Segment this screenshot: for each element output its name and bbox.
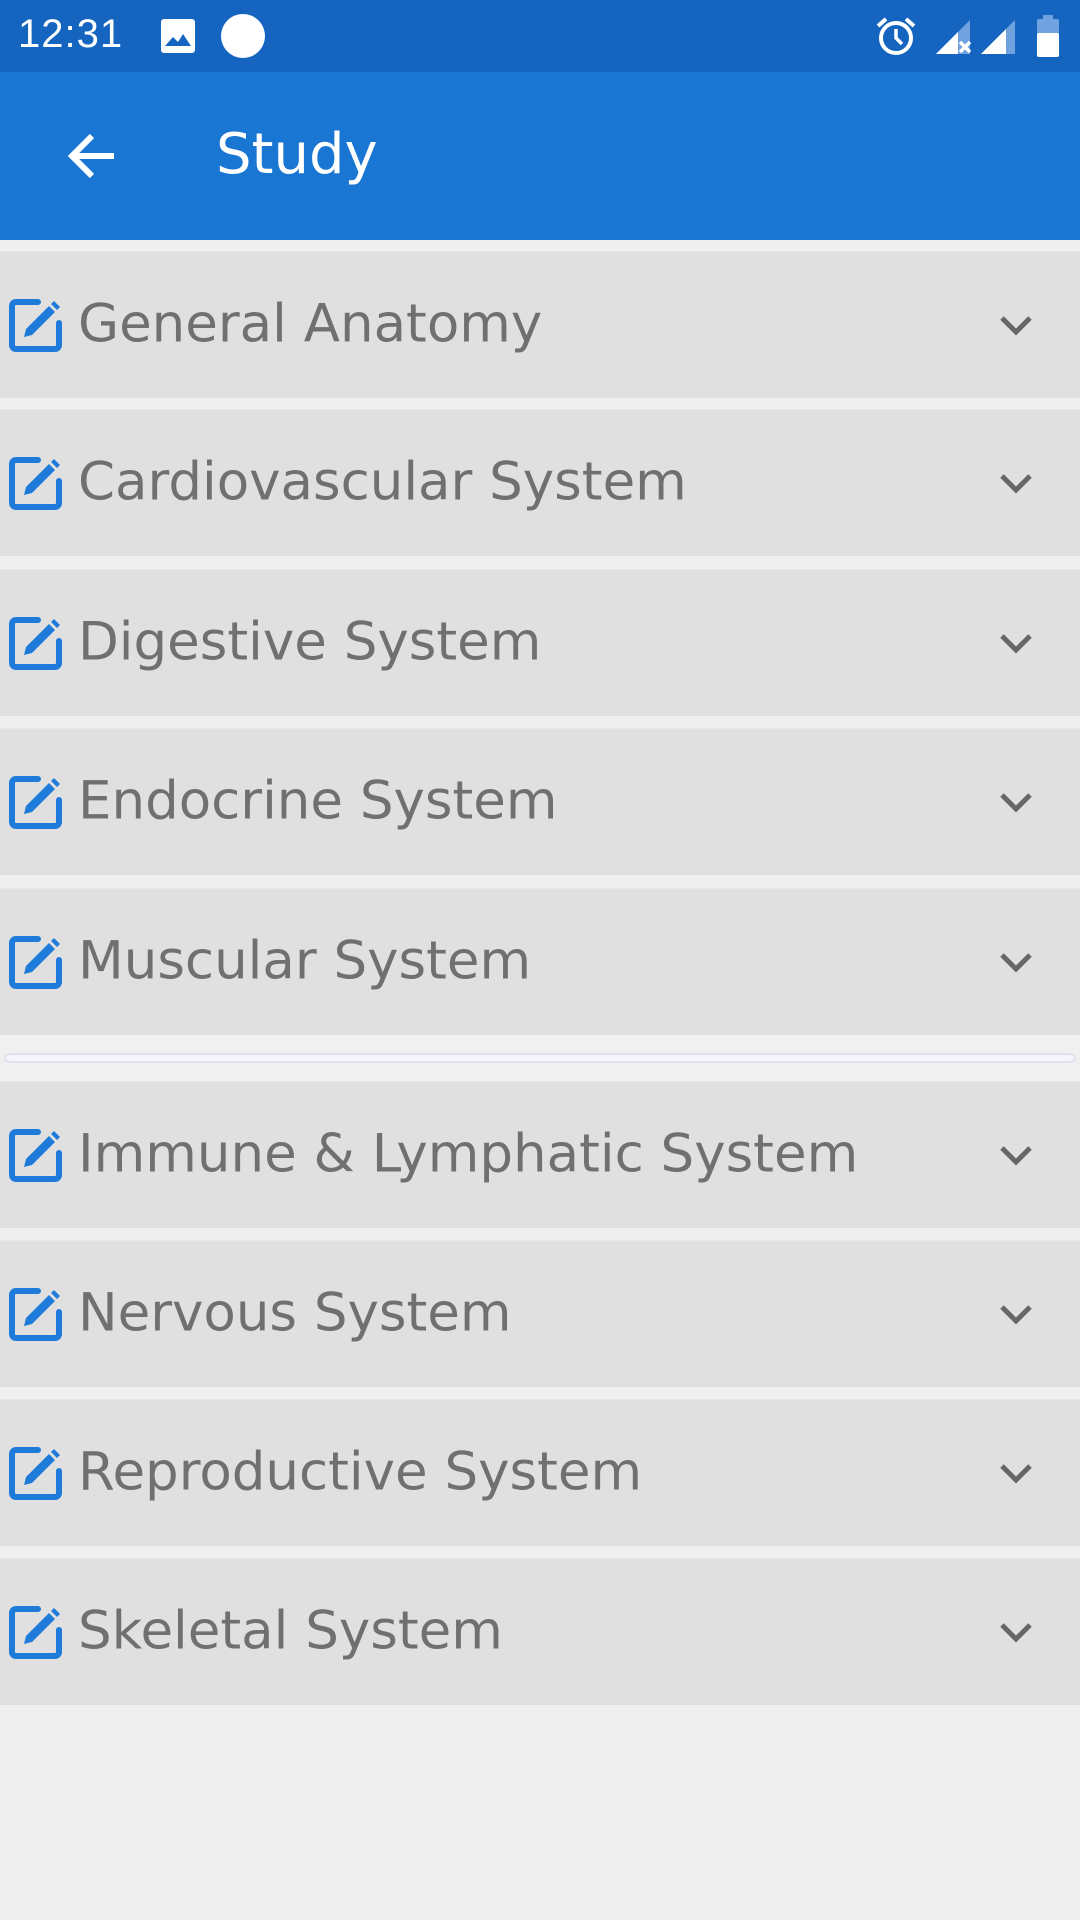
chevron-down-icon[interactable]	[992, 1131, 1040, 1179]
edit-icon	[9, 776, 62, 829]
section-label: Muscular System	[78, 930, 532, 992]
chevron-down-icon[interactable]	[992, 1608, 1040, 1656]
edit-icon	[9, 1288, 62, 1341]
section-row-muscular-system[interactable]: Muscular System	[0, 889, 1080, 1035]
section-row-immune-lymphatic-system[interactable]: Immune & Lymphatic System	[0, 1082, 1080, 1228]
status-time: 12:31	[18, 12, 124, 56]
chevron-down-icon[interactable]	[992, 938, 1040, 986]
edit-icon	[9, 1606, 62, 1659]
chevron-down-icon[interactable]	[992, 301, 1040, 349]
section-label: Digestive System	[78, 611, 542, 673]
edit-icon	[9, 299, 62, 352]
edit-icon	[9, 1129, 62, 1182]
status-bar: 12:31	[0, 0, 1080, 72]
section-row-endocrine-system[interactable]: Endocrine System	[0, 729, 1080, 875]
image-icon	[160, 18, 196, 58]
signal-icon	[980, 18, 1016, 60]
chevron-down-icon[interactable]	[992, 778, 1040, 826]
section-row-skeletal-system[interactable]: Skeletal System	[0, 1559, 1080, 1705]
section-row-digestive-system[interactable]: Digestive System	[0, 570, 1080, 716]
section-row-nervous-system[interactable]: Nervous System	[0, 1241, 1080, 1387]
back-button[interactable]	[44, 108, 140, 204]
progress-bar	[4, 1053, 1076, 1063]
section-label: Reproductive System	[78, 1441, 643, 1503]
section-row-cardiovascular-system[interactable]: Cardiovascular System	[0, 410, 1080, 556]
alarm-icon	[874, 14, 918, 62]
arrow-back-icon	[67, 133, 114, 179]
edit-icon	[9, 457, 62, 510]
section-row-reproductive-system[interactable]: Reproductive System	[0, 1400, 1080, 1546]
section-label: Endocrine System	[78, 770, 558, 832]
app-bar: Study	[0, 72, 1080, 240]
section-label: Cardiovascular System	[78, 451, 687, 513]
section-label: Skeletal System	[78, 1600, 503, 1662]
edit-icon	[9, 936, 62, 989]
loading-separator	[0, 1035, 1080, 1081]
edit-icon	[9, 617, 62, 670]
chevron-down-icon[interactable]	[992, 619, 1040, 667]
chevron-down-icon[interactable]	[992, 1290, 1040, 1338]
edit-icon	[9, 1447, 62, 1500]
chevron-down-icon[interactable]	[992, 1449, 1040, 1497]
section-row-general-anatomy[interactable]: General Anatomy	[0, 252, 1080, 398]
page-title: Study	[216, 122, 378, 187]
chevron-down-icon[interactable]	[992, 459, 1040, 507]
section-label: Nervous System	[78, 1282, 512, 1344]
circle-notification-icon	[220, 13, 266, 63]
battery-icon	[1036, 15, 1060, 61]
signal-no-data-icon	[934, 18, 974, 60]
section-label: Immune & Lymphatic System	[78, 1123, 859, 1185]
section-label: General Anatomy	[78, 293, 543, 355]
